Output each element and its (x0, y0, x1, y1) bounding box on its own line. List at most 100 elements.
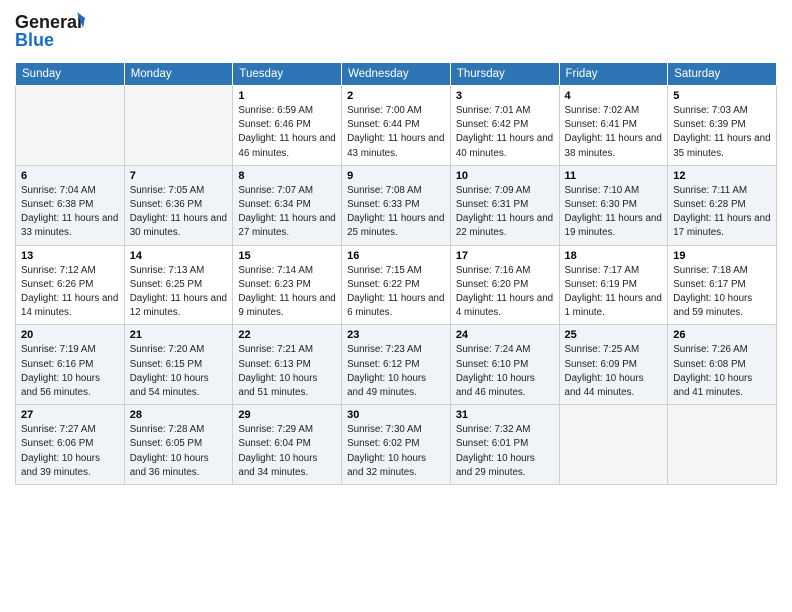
calendar-cell: 12 Sunrise: 7:11 AMSunset: 6:28 PMDayligh… (668, 165, 777, 245)
day-info: Sunrise: 7:16 AMSunset: 6:20 PMDaylight:… (456, 264, 554, 321)
day-info: Sunrise: 7:09 AMSunset: 6:31 PMDaylight:… (456, 184, 554, 241)
calendar-cell: 13 Sunrise: 7:12 AMSunset: 6:26 PMDayligh… (16, 245, 125, 325)
svg-text:General: General (15, 12, 82, 32)
day-info: Sunrise: 7:15 AMSunset: 6:22 PMDaylight:… (347, 264, 445, 321)
calendar-cell: 18 Sunrise: 7:17 AMSunset: 6:19 PMDayligh… (559, 245, 668, 325)
day-number: 19 (673, 250, 771, 262)
day-info: Sunrise: 7:12 AMSunset: 6:26 PMDaylight:… (21, 264, 119, 321)
day-info: Sunrise: 7:29 AMSunset: 6:04 PMDaylight:… (238, 423, 336, 480)
day-info: Sunrise: 7:21 AMSunset: 6:13 PMDaylight:… (238, 343, 336, 400)
day-number: 6 (21, 170, 119, 182)
calendar-cell (16, 86, 125, 166)
day-info: Sunrise: 7:30 AMSunset: 6:02 PMDaylight:… (347, 423, 445, 480)
calendar-cell: 31 Sunrise: 7:32 AMSunset: 6:01 PMDayligh… (450, 405, 559, 485)
day-info: Sunrise: 7:03 AMSunset: 6:39 PMDaylight:… (673, 104, 771, 161)
calendar-cell: 21 Sunrise: 7:20 AMSunset: 6:15 PMDayligh… (124, 325, 233, 405)
day-number: 28 (130, 409, 228, 421)
day-info: Sunrise: 7:08 AMSunset: 6:33 PMDaylight:… (347, 184, 445, 241)
weekday-header-sunday: Sunday (16, 63, 125, 86)
calendar-row: 27 Sunrise: 7:27 AMSunset: 6:06 PMDayligh… (16, 405, 777, 485)
calendar-cell: 24Sunrise: 7:24 AMSunset: 6:10 PMDayligh… (450, 325, 559, 405)
day-info: Sunrise: 7:07 AMSunset: 6:34 PMDaylight:… (238, 184, 336, 241)
day-info: Sunrise: 7:27 AMSunset: 6:06 PMDaylight:… (21, 423, 119, 480)
day-info: Sunrise: 7:17 AMSunset: 6:19 PMDaylight:… (565, 264, 663, 321)
day-number: 24 (456, 329, 554, 341)
calendar-cell: 7Sunrise: 7:05 AMSunset: 6:36 PMDaylight… (124, 165, 233, 245)
day-info: Sunrise: 7:23 AMSunset: 6:12 PMDaylight:… (347, 343, 445, 400)
calendar-row: 13 Sunrise: 7:12 AMSunset: 6:26 PMDayligh… (16, 245, 777, 325)
weekday-header-wednesday: Wednesday (342, 63, 451, 86)
day-number: 14 (130, 250, 228, 262)
logo: GeneralBlue (15, 10, 95, 54)
calendar-cell: 10 Sunrise: 7:09 AMSunset: 6:31 PMDayligh… (450, 165, 559, 245)
calendar-cell: 20Sunrise: 7:19 AMSunset: 6:16 PMDayligh… (16, 325, 125, 405)
day-number: 13 (21, 250, 119, 262)
day-info: Sunrise: 7:32 AMSunset: 6:01 PMDaylight:… (456, 423, 554, 480)
day-info: Sunrise: 7:00 AMSunset: 6:44 PMDaylight:… (347, 104, 445, 161)
day-number: 8 (238, 170, 336, 182)
calendar-cell: 11 Sunrise: 7:10 AMSunset: 6:30 PMDayligh… (559, 165, 668, 245)
calendar-cell (559, 405, 668, 485)
calendar-row: 20Sunrise: 7:19 AMSunset: 6:16 PMDayligh… (16, 325, 777, 405)
day-number: 7 (130, 170, 228, 182)
calendar-header-row: SundayMondayTuesdayWednesdayThursdayFrid… (16, 63, 777, 86)
day-number: 30 (347, 409, 445, 421)
day-number: 10 (456, 170, 554, 182)
day-number: 3 (456, 90, 554, 102)
day-info: Sunrise: 7:19 AMSunset: 6:16 PMDaylight:… (21, 343, 119, 400)
day-info: Sunrise: 7:01 AMSunset: 6:42 PMDaylight:… (456, 104, 554, 161)
day-info: Sunrise: 7:18 AMSunset: 6:17 PMDaylight:… (673, 264, 771, 321)
day-number: 11 (565, 170, 663, 182)
calendar-cell: 19 Sunrise: 7:18 AMSunset: 6:17 PMDayligh… (668, 245, 777, 325)
calendar-cell: 4Sunrise: 7:02 AMSunset: 6:41 PMDaylight… (559, 86, 668, 166)
day-number: 25 (565, 329, 663, 341)
calendar-cell: 15 Sunrise: 7:14 AMSunset: 6:23 PMDayligh… (233, 245, 342, 325)
day-number: 22 (238, 329, 336, 341)
day-number: 17 (456, 250, 554, 262)
day-number: 18 (565, 250, 663, 262)
calendar-cell: 2Sunrise: 7:00 AMSunset: 6:44 PMDaylight… (342, 86, 451, 166)
day-number: 9 (347, 170, 445, 182)
day-info: Sunrise: 7:11 AMSunset: 6:28 PMDaylight:… (673, 184, 771, 241)
weekday-header-saturday: Saturday (668, 63, 777, 86)
weekday-header-tuesday: Tuesday (233, 63, 342, 86)
calendar-cell: 30 Sunrise: 7:30 AMSunset: 6:02 PMDayligh… (342, 405, 451, 485)
svg-text:Blue: Blue (15, 30, 54, 50)
day-number: 16 (347, 250, 445, 262)
day-number: 12 (673, 170, 771, 182)
weekday-header-thursday: Thursday (450, 63, 559, 86)
calendar-cell: 23Sunrise: 7:23 AMSunset: 6:12 PMDayligh… (342, 325, 451, 405)
day-info: Sunrise: 7:02 AMSunset: 6:41 PMDaylight:… (565, 104, 663, 161)
weekday-header-monday: Monday (124, 63, 233, 86)
calendar-cell: 3 Sunrise: 7:01 AMSunset: 6:42 PMDaylight… (450, 86, 559, 166)
day-info: Sunrise: 6:59 AMSunset: 6:46 PMDaylight:… (238, 104, 336, 161)
calendar-cell: 28 Sunrise: 7:28 AMSunset: 6:05 PMDayligh… (124, 405, 233, 485)
day-number: 31 (456, 409, 554, 421)
day-info: Sunrise: 7:25 AMSunset: 6:09 PMDaylight:… (565, 343, 663, 400)
day-info: Sunrise: 7:10 AMSunset: 6:30 PMDaylight:… (565, 184, 663, 241)
day-info: Sunrise: 7:04 AMSunset: 6:38 PMDaylight:… (21, 184, 119, 241)
calendar-cell: 22 Sunrise: 7:21 AMSunset: 6:13 PMDayligh… (233, 325, 342, 405)
calendar-cell: 25 Sunrise: 7:25 AMSunset: 6:09 PMDayligh… (559, 325, 668, 405)
day-number: 15 (238, 250, 336, 262)
calendar-cell: 1Sunrise: 6:59 AMSunset: 6:46 PMDaylight… (233, 86, 342, 166)
calendar-cell: 17 Sunrise: 7:16 AMSunset: 6:20 PMDayligh… (450, 245, 559, 325)
day-number: 26 (673, 329, 771, 341)
calendar-cell: 14Sunrise: 7:13 AMSunset: 6:25 PMDayligh… (124, 245, 233, 325)
day-info: Sunrise: 7:14 AMSunset: 6:23 PMDaylight:… (238, 264, 336, 321)
calendar-cell: 27 Sunrise: 7:27 AMSunset: 6:06 PMDayligh… (16, 405, 125, 485)
calendar-cell (668, 405, 777, 485)
weekday-header-friday: Friday (559, 63, 668, 86)
day-info: Sunrise: 7:20 AMSunset: 6:15 PMDaylight:… (130, 343, 228, 400)
header: GeneralBlue (15, 10, 777, 54)
day-number: 21 (130, 329, 228, 341)
calendar-cell (124, 86, 233, 166)
calendar-row: 1Sunrise: 6:59 AMSunset: 6:46 PMDaylight… (16, 86, 777, 166)
calendar-row: 6 Sunrise: 7:04 AMSunset: 6:38 PMDaylight… (16, 165, 777, 245)
calendar-cell: 26Sunrise: 7:26 AMSunset: 6:08 PMDayligh… (668, 325, 777, 405)
calendar: SundayMondayTuesdayWednesdayThursdayFrid… (15, 62, 777, 485)
calendar-cell: 8 Sunrise: 7:07 AMSunset: 6:34 PMDaylight… (233, 165, 342, 245)
day-info: Sunrise: 7:28 AMSunset: 6:05 PMDaylight:… (130, 423, 228, 480)
calendar-cell: 16 Sunrise: 7:15 AMSunset: 6:22 PMDayligh… (342, 245, 451, 325)
day-number: 27 (21, 409, 119, 421)
